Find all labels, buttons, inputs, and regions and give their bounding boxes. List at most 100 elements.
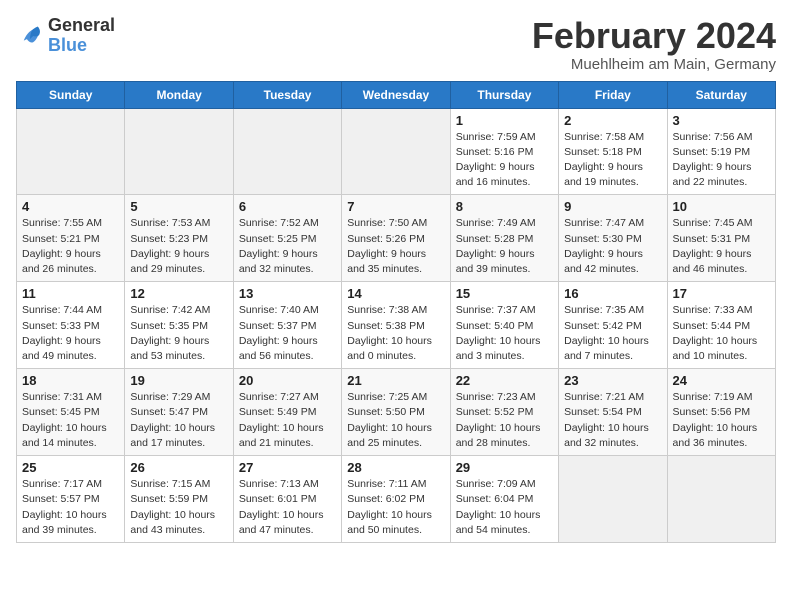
calendar-cell: 5 Sunrise: 7:53 AM Sunset: 5:23 PM Daylig… — [125, 195, 233, 282]
location-subtitle: Muehlheim am Main, Germany — [532, 56, 776, 73]
day-info: Sunrise: 7:47 AM Sunset: 5:30 PM Dayligh… — [564, 216, 661, 277]
day-number: 5 — [130, 199, 227, 214]
day-info: Sunrise: 7:56 AM Sunset: 5:19 PM Dayligh… — [673, 130, 770, 191]
day-number: 4 — [22, 199, 119, 214]
weekday-header-thursday: Thursday — [450, 81, 558, 108]
day-info: Sunrise: 7:33 AM Sunset: 5:44 PM Dayligh… — [673, 303, 770, 364]
calendar-cell: 1 Sunrise: 7:59 AM Sunset: 5:16 PM Daylig… — [450, 108, 558, 195]
day-info: Sunrise: 7:13 AM Sunset: 6:01 PM Dayligh… — [239, 477, 336, 538]
day-number: 14 — [347, 286, 444, 301]
month-title: February 2024 — [532, 16, 776, 56]
day-info: Sunrise: 7:53 AM Sunset: 5:23 PM Dayligh… — [130, 216, 227, 277]
day-number: 22 — [456, 373, 553, 388]
day-number: 6 — [239, 199, 336, 214]
day-info: Sunrise: 7:49 AM Sunset: 5:28 PM Dayligh… — [456, 216, 553, 277]
calendar-cell: 28 Sunrise: 7:11 AM Sunset: 6:02 PM Dayli… — [342, 456, 450, 543]
weekday-header-tuesday: Tuesday — [233, 81, 341, 108]
calendar-cell: 4 Sunrise: 7:55 AM Sunset: 5:21 PM Daylig… — [17, 195, 125, 282]
calendar-cell: 25Sunrise: 7:17 AM Sunset: 5:57 PM Dayli… — [17, 456, 125, 543]
day-number: 7 — [347, 199, 444, 214]
day-info: Sunrise: 7:44 AM Sunset: 5:33 PM Dayligh… — [22, 303, 119, 364]
day-info: Sunrise: 7:23 AM Sunset: 5:52 PM Dayligh… — [456, 390, 553, 451]
day-info: Sunrise: 7:31 AM Sunset: 5:45 PM Dayligh… — [22, 390, 119, 451]
day-number: 23 — [564, 373, 661, 388]
calendar-cell: 11 Sunrise: 7:44 AM Sunset: 5:33 PM Dayli… — [17, 282, 125, 369]
day-number: 17 — [673, 286, 770, 301]
day-info: Sunrise: 7:15 AM Sunset: 5:59 PM Dayligh… — [130, 477, 227, 538]
day-info: Sunrise: 7:45 AM Sunset: 5:31 PM Dayligh… — [673, 216, 770, 277]
day-number: 1 — [456, 113, 553, 128]
page-header: General Blue February 2024 Muehlheim am … — [16, 16, 776, 73]
calendar-cell: 6 Sunrise: 7:52 AM Sunset: 5:25 PM Daylig… — [233, 195, 341, 282]
calendar-cell — [342, 108, 450, 195]
day-info: Sunrise: 7:38 AM Sunset: 5:38 PM Dayligh… — [347, 303, 444, 364]
day-info: Sunrise: 7:21 AM Sunset: 5:54 PM Dayligh… — [564, 390, 661, 451]
calendar-cell: 12 Sunrise: 7:42 AM Sunset: 5:35 PM Dayli… — [125, 282, 233, 369]
day-number: 24 — [673, 373, 770, 388]
calendar-cell: 26 Sunrise: 7:15 AM Sunset: 5:59 PM Dayli… — [125, 456, 233, 543]
day-info: Sunrise: 7:50 AM Sunset: 5:26 PM Dayligh… — [347, 216, 444, 277]
calendar-cell: 18 Sunrise: 7:31 AM Sunset: 5:45 PM Dayli… — [17, 369, 125, 456]
calendar-table: SundayMondayTuesdayWednesdayThursdayFrid… — [16, 81, 776, 543]
calendar-cell: 7 Sunrise: 7:50 AM Sunset: 5:26 PM Daylig… — [342, 195, 450, 282]
day-number: 28 — [347, 460, 444, 475]
day-number: 12 — [130, 286, 227, 301]
title-block: February 2024 Muehlheim am Main, Germany — [532, 16, 776, 73]
weekday-header-saturday: Saturday — [667, 81, 775, 108]
day-number: 15 — [456, 286, 553, 301]
calendar-cell: 13 Sunrise: 7:40 AM Sunset: 5:37 PM Dayli… — [233, 282, 341, 369]
day-info: Sunrise: 7:19 AM Sunset: 5:56 PM Dayligh… — [673, 390, 770, 451]
calendar-cell: 21 Sunrise: 7:25 AM Sunset: 5:50 PM Dayli… — [342, 369, 450, 456]
calendar-cell: 2 Sunrise: 7:58 AM Sunset: 5:18 PM Daylig… — [559, 108, 667, 195]
day-number: 18 — [22, 373, 119, 388]
day-info: Sunrise: 7:59 AM Sunset: 5:16 PM Dayligh… — [456, 130, 553, 191]
day-number: 27 — [239, 460, 336, 475]
day-number: 9 — [564, 199, 661, 214]
calendar-cell: 24 Sunrise: 7:19 AM Sunset: 5:56 PM Dayli… — [667, 369, 775, 456]
calendar-cell: 16 Sunrise: 7:35 AM Sunset: 5:42 PM Dayli… — [559, 282, 667, 369]
day-info: Sunrise: 7:35 AM Sunset: 5:42 PM Dayligh… — [564, 303, 661, 364]
day-info: Sunrise: 7:58 AM Sunset: 5:18 PM Dayligh… — [564, 130, 661, 191]
logo-text-blue: Blue — [48, 36, 115, 56]
calendar-cell: 19 Sunrise: 7:29 AM Sunset: 5:47 PM Dayli… — [125, 369, 233, 456]
logo-text-general: General — [48, 16, 115, 36]
day-number: 11 — [22, 286, 119, 301]
calendar-cell: 9 Sunrise: 7:47 AM Sunset: 5:30 PM Daylig… — [559, 195, 667, 282]
day-number: 2 — [564, 113, 661, 128]
day-info: Sunrise: 7:40 AM Sunset: 5:37 PM Dayligh… — [239, 303, 336, 364]
weekday-header-monday: Monday — [125, 81, 233, 108]
calendar-cell — [125, 108, 233, 195]
day-info: Sunrise: 7:52 AM Sunset: 5:25 PM Dayligh… — [239, 216, 336, 277]
day-info: Sunrise: 7:11 AM Sunset: 6:02 PM Dayligh… — [347, 477, 444, 538]
day-info: Sunrise: 7:25 AM Sunset: 5:50 PM Dayligh… — [347, 390, 444, 451]
day-number: 20 — [239, 373, 336, 388]
day-number: 3 — [673, 113, 770, 128]
day-info: Sunrise: 7:09 AM Sunset: 6:04 PM Dayligh… — [456, 477, 553, 538]
day-number: 19 — [130, 373, 227, 388]
day-number: 10 — [673, 199, 770, 214]
calendar-cell — [233, 108, 341, 195]
day-info: Sunrise: 7:29 AM Sunset: 5:47 PM Dayligh… — [130, 390, 227, 451]
day-number: 29 — [456, 460, 553, 475]
calendar-cell: 8 Sunrise: 7:49 AM Sunset: 5:28 PM Daylig… — [450, 195, 558, 282]
day-info: Sunrise: 7:42 AM Sunset: 5:35 PM Dayligh… — [130, 303, 227, 364]
logo: General Blue — [16, 16, 115, 56]
calendar-cell: 3 Sunrise: 7:56 AM Sunset: 5:19 PM Daylig… — [667, 108, 775, 195]
day-number: 21 — [347, 373, 444, 388]
day-info: Sunrise: 7:27 AM Sunset: 5:49 PM Dayligh… — [239, 390, 336, 451]
day-number: 8 — [456, 199, 553, 214]
day-number: 13 — [239, 286, 336, 301]
day-number: 16 — [564, 286, 661, 301]
calendar-cell: 10 Sunrise: 7:45 AM Sunset: 5:31 PM Dayli… — [667, 195, 775, 282]
calendar-cell: 29 Sunrise: 7:09 AM Sunset: 6:04 PM Dayli… — [450, 456, 558, 543]
calendar-cell: 15Sunrise: 7:37 AM Sunset: 5:40 PM Dayli… — [450, 282, 558, 369]
weekday-header-wednesday: Wednesday — [342, 81, 450, 108]
day-number: 26 — [130, 460, 227, 475]
calendar-cell: 17 Sunrise: 7:33 AM Sunset: 5:44 PM Dayli… — [667, 282, 775, 369]
day-info: Sunrise: 7:17 AM Sunset: 5:57 PM Dayligh… — [22, 477, 119, 538]
calendar-cell: 20 Sunrise: 7:27 AM Sunset: 5:49 PM Dayli… — [233, 369, 341, 456]
day-info: Sunrise: 7:55 AM Sunset: 5:21 PM Dayligh… — [22, 216, 119, 277]
logo-icon — [16, 22, 44, 50]
calendar-cell: 14 Sunrise: 7:38 AM Sunset: 5:38 PM Dayli… — [342, 282, 450, 369]
calendar-cell: 23 Sunrise: 7:21 AM Sunset: 5:54 PM Dayli… — [559, 369, 667, 456]
